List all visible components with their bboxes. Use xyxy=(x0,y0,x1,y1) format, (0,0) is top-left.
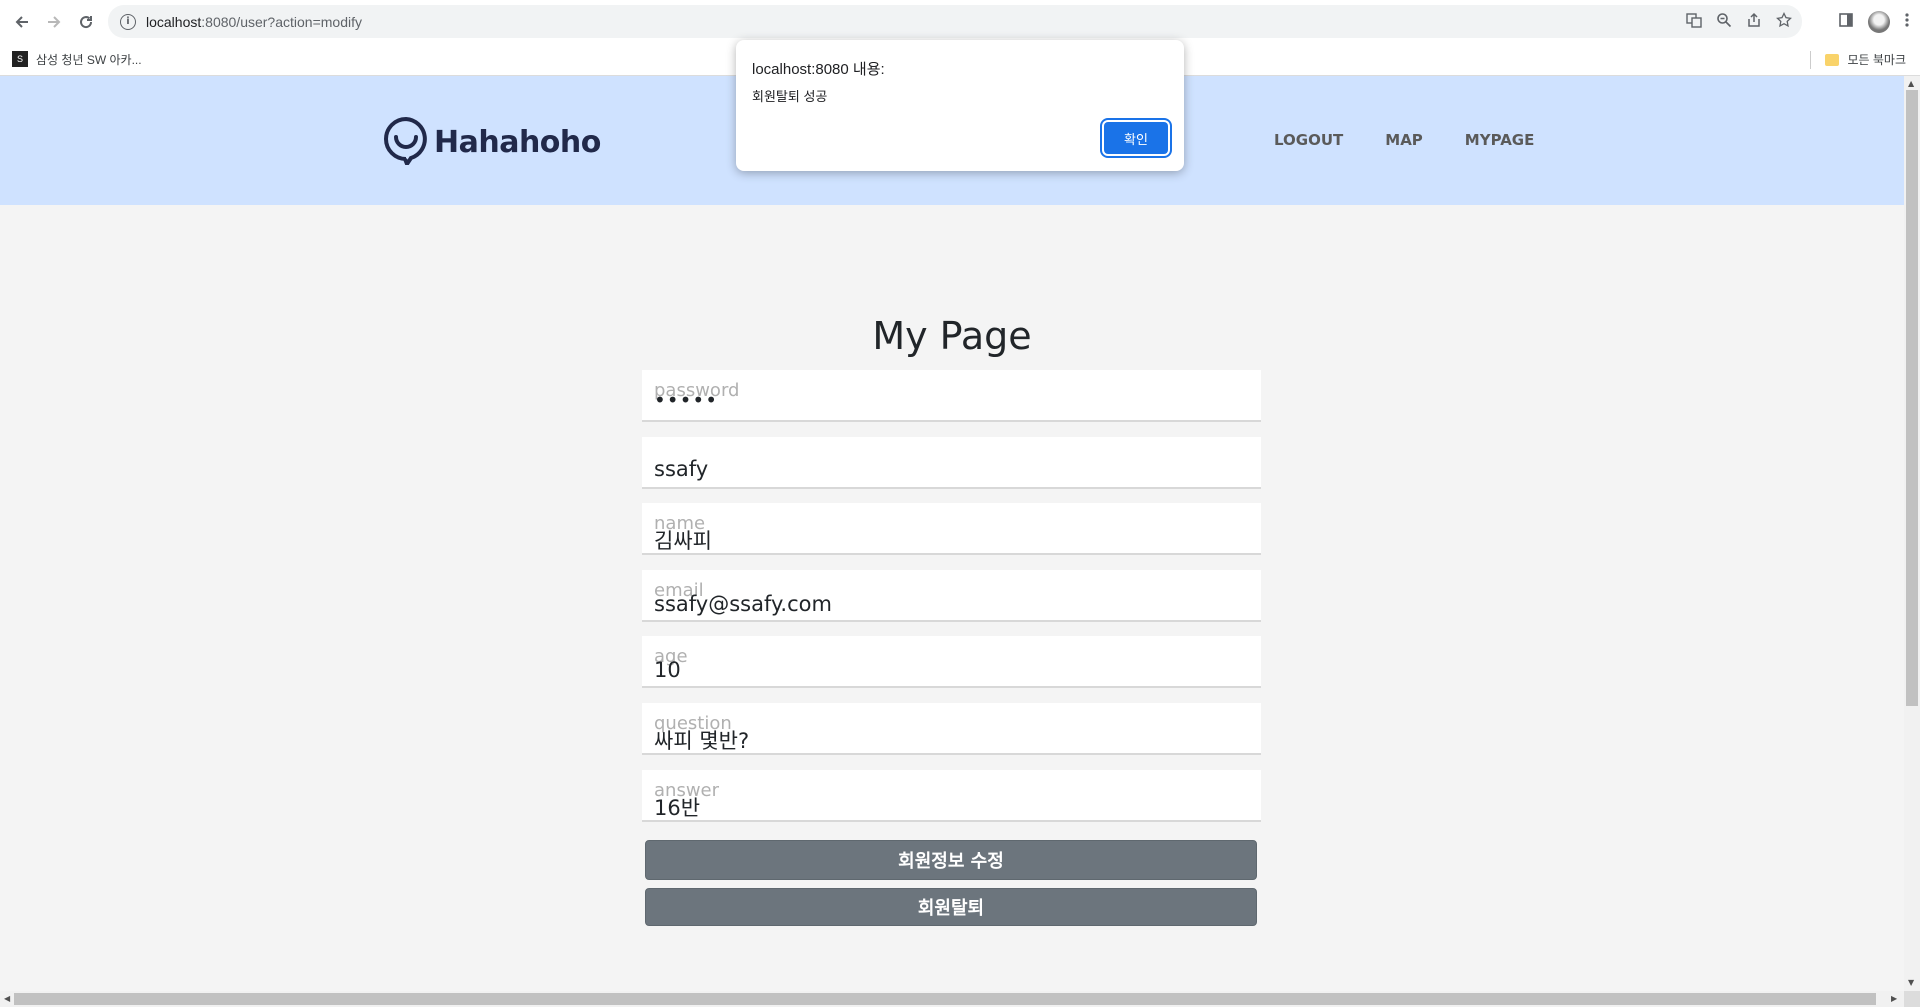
withdraw-button[interactable]: 회원탈퇴 xyxy=(645,888,1257,926)
nav-map[interactable]: MAP xyxy=(1385,131,1423,149)
bookmark-item[interactable]: S 삼성 청년 SW 아카... xyxy=(12,51,142,68)
dialog-title: localhost:8080 내용: xyxy=(752,61,885,78)
horizontal-scroll-thumb[interactable] xyxy=(14,993,1876,1005)
question-field[interactable]: question 싸피 몇반? xyxy=(642,703,1261,755)
email-value: ssafy@ssafy.com xyxy=(654,592,832,616)
id-value: ssafy xyxy=(654,457,709,481)
nav-mypage[interactable]: MYPAGE xyxy=(1465,131,1535,149)
star-icon[interactable] xyxy=(1776,11,1792,32)
folder-icon xyxy=(1825,53,1840,66)
page-title: My Page xyxy=(872,314,1032,358)
back-arrow-icon[interactable] xyxy=(6,6,38,38)
share-icon[interactable] xyxy=(1746,12,1762,32)
scroll-left-arrow-icon[interactable]: ◀ xyxy=(4,994,10,1003)
modify-user-button[interactable]: 회원정보 수정 xyxy=(645,840,1257,880)
main-nav: LOGOUT MAP MYPAGE xyxy=(1274,131,1534,149)
scroll-right-arrow-icon[interactable]: ▶ xyxy=(1891,994,1897,1003)
alert-dialog: localhost:8080 내용: 회원탈퇴 성공 확인 xyxy=(736,40,1184,171)
vertical-scrollbar[interactable]: ▲ ▼ xyxy=(1904,76,1920,991)
scroll-up-arrow-icon[interactable]: ▲ xyxy=(1908,79,1914,88)
name-field[interactable]: name 김싸피 xyxy=(642,503,1261,555)
url-path: :8080/user?action=modify xyxy=(201,13,362,30)
email-field[interactable]: email ssafy@ssafy.com xyxy=(642,570,1261,622)
answer-value: 16반 xyxy=(654,796,701,820)
name-value: 김싸피 xyxy=(654,529,712,553)
zoom-icon[interactable] xyxy=(1716,12,1732,32)
question-value: 싸피 몇반? xyxy=(654,729,750,753)
logo-smile-icon xyxy=(382,115,430,169)
bookmark-divider xyxy=(1810,50,1812,69)
site-logo[interactable]: Hahahoho xyxy=(382,115,601,169)
forward-arrow-icon[interactable] xyxy=(38,6,70,38)
translate-icon[interactable] xyxy=(1686,12,1702,32)
omnibox-icons xyxy=(1686,5,1792,38)
all-bookmarks-label: 모든 북마크 xyxy=(1847,53,1906,67)
age-field[interactable]: age 10 xyxy=(642,636,1261,688)
age-value: 10 xyxy=(654,658,681,682)
answer-field[interactable]: answer 16반 xyxy=(642,770,1261,822)
reload-icon[interactable] xyxy=(70,6,102,38)
nav-logout[interactable]: LOGOUT xyxy=(1274,131,1343,149)
bookmark-favicon-icon: S xyxy=(12,51,28,67)
vertical-scroll-thumb[interactable] xyxy=(1906,90,1918,706)
toolbar-right-icons xyxy=(1838,5,1910,38)
scroll-down-arrow-icon[interactable]: ▼ xyxy=(1908,978,1914,987)
url-text[interactable]: localhost:8080/user?action=modify xyxy=(146,14,362,30)
info-icon[interactable]: i xyxy=(120,13,136,30)
horizontal-scrollbar[interactable]: ◀ ▶ xyxy=(0,991,1904,1007)
all-bookmarks[interactable]: 모든 북마크 xyxy=(1810,43,1906,76)
dialog-message: 회원탈퇴 성공 xyxy=(752,89,828,104)
profile-avatar[interactable] xyxy=(1868,10,1890,33)
browser-toolbar: i localhost:8080/user?action=modify xyxy=(0,0,1920,43)
logo-text: Hahahoho xyxy=(434,124,601,160)
id-field[interactable]: ssafy xyxy=(642,437,1261,489)
side-panel-icon[interactable] xyxy=(1838,12,1854,32)
address-bar[interactable]: i localhost:8080/user?action=modify xyxy=(108,5,1802,38)
password-value: ••••• xyxy=(654,388,718,412)
dialog-ok-button[interactable]: 확인 xyxy=(1104,122,1168,154)
url-host: localhost xyxy=(146,13,202,30)
menu-dots-icon[interactable] xyxy=(1904,12,1910,32)
password-field[interactable]: password ••••• xyxy=(642,370,1261,422)
bookmark-label: 삼성 청년 SW 아카... xyxy=(36,52,142,67)
scrollbar-corner xyxy=(1904,991,1920,1007)
